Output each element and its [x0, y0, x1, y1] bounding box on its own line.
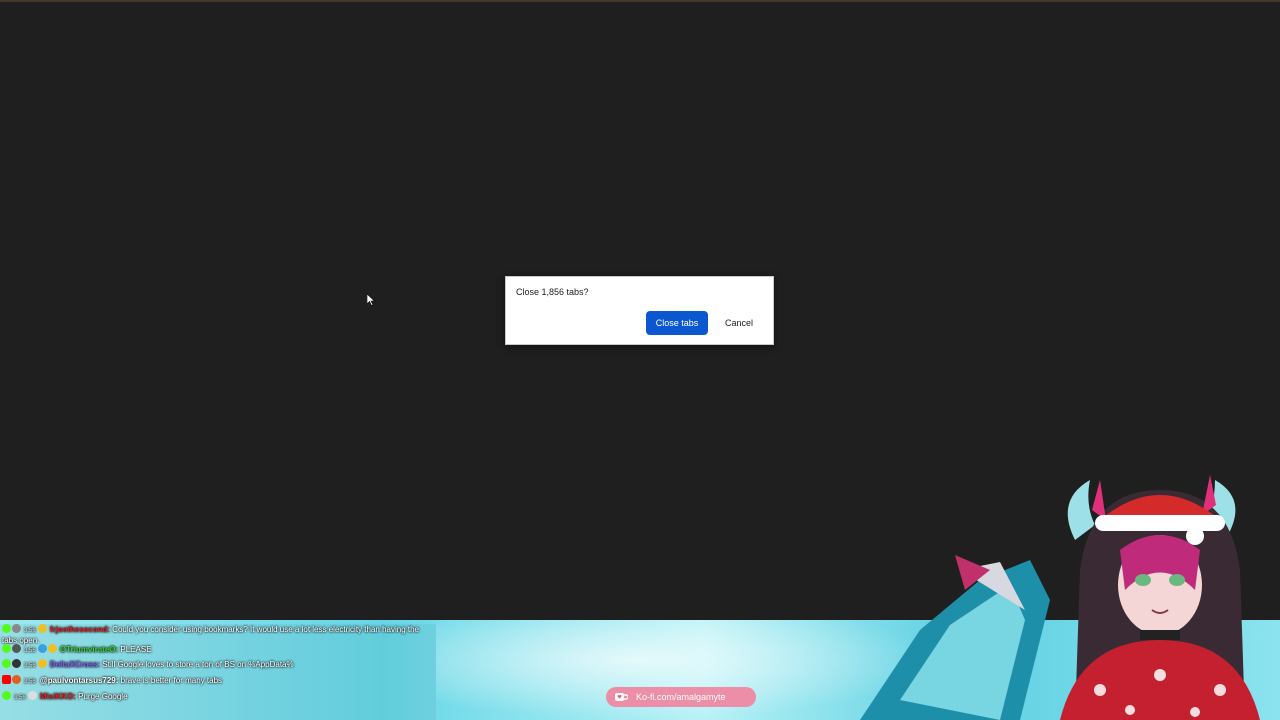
chat-text: brave is better for many tabs: [118, 676, 223, 685]
avatar: [12, 659, 21, 668]
chat-message: 3:56 DeltaXCross: Still Google loves to …: [0, 659, 436, 669]
dialog-message: Close 1,856 tabs?: [516, 287, 589, 297]
chat-username: @paulvontarsus729:: [39, 676, 119, 685]
kick-icon: [2, 624, 11, 633]
avatar: [27, 691, 37, 700]
badge-icon: [37, 659, 47, 668]
kick-icon: [2, 644, 11, 653]
chat-message: 3:56 @paulvontarsus729: brave is better …: [0, 675, 436, 685]
kofi-label: Ko-fi.com/amalgamyte: [636, 692, 726, 702]
chat-username: MisiKKO:: [39, 692, 76, 701]
stream-chat: 3:56 frjoethesecond: Could you consider …: [0, 624, 436, 720]
avatar: [12, 675, 21, 684]
chat-text: Still Google loves to store a ton of BS …: [100, 660, 294, 669]
chat-text: Purge Google: [75, 692, 128, 701]
kofi-cup-icon: [615, 693, 628, 701]
chat-username: DeltaXCross:: [49, 660, 101, 669]
chat-message: 3:56 frjoethesecond: Could you consider …: [2, 624, 419, 645]
kick-icon: [2, 691, 11, 700]
mouse-cursor-icon: [367, 294, 375, 306]
chat-text: PLEASE: [118, 645, 152, 654]
chat-message: 3:56 OTriumvirateO: PLEASE: [0, 644, 436, 654]
chat-username: frjoethesecond:: [49, 625, 110, 634]
badge-icon: [37, 624, 47, 633]
badge-icon: [47, 644, 57, 653]
vtuber-avatar: [860, 475, 1260, 720]
avatar: [12, 644, 21, 653]
badge-icon: [37, 644, 47, 653]
cancel-button[interactable]: Cancel: [718, 311, 760, 335]
window-top-edge: [0, 0, 1280, 2]
kick-icon: [2, 659, 11, 668]
youtube-icon: [2, 675, 11, 684]
chat-username: OTriumvirateO:: [59, 645, 119, 654]
avatar: [12, 624, 21, 633]
kofi-link[interactable]: Ko-fi.com/amalgamyte: [606, 687, 756, 707]
close-tabs-button[interactable]: Close tabs: [646, 311, 708, 335]
chat-message: 3:56 MisiKKO: Purge Google: [0, 691, 436, 701]
close-tabs-dialog: Close 1,856 tabs? Close tabs Cancel: [505, 276, 774, 345]
